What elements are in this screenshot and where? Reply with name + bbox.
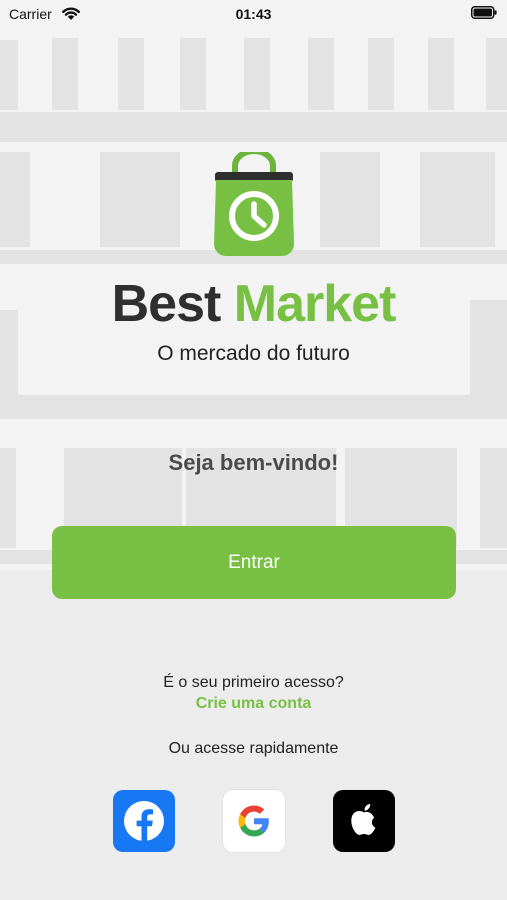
facebook-icon	[124, 801, 164, 841]
enter-button[interactable]: Entrar	[52, 526, 456, 599]
brand-title: Best Market	[0, 274, 507, 334]
brand-market: Market	[233, 275, 397, 333]
google-login-button[interactable]	[223, 790, 285, 852]
google-icon	[238, 805, 269, 837]
brand-tagline: O mercado do futuro	[157, 342, 350, 365]
welcome-heading: Seja bem-vindo!	[168, 450, 339, 475]
shopping-bag-clock-icon	[214, 152, 294, 256]
brand-best: Best	[111, 275, 222, 333]
facebook-login-button[interactable]	[113, 790, 175, 852]
create-account-link[interactable]: Crie uma conta	[0, 695, 507, 713]
status-bar: Carrier 01:43	[0, 0, 507, 28]
battery-icon	[471, 6, 497, 19]
status-time: 01:43	[235, 6, 272, 22]
quick-login-label: Ou acesse rapidamente	[168, 740, 339, 757]
apple-icon	[351, 804, 376, 835]
apple-login-button[interactable]	[333, 790, 395, 852]
first-access-question: É o seu primeiro acesso?	[163, 674, 344, 691]
